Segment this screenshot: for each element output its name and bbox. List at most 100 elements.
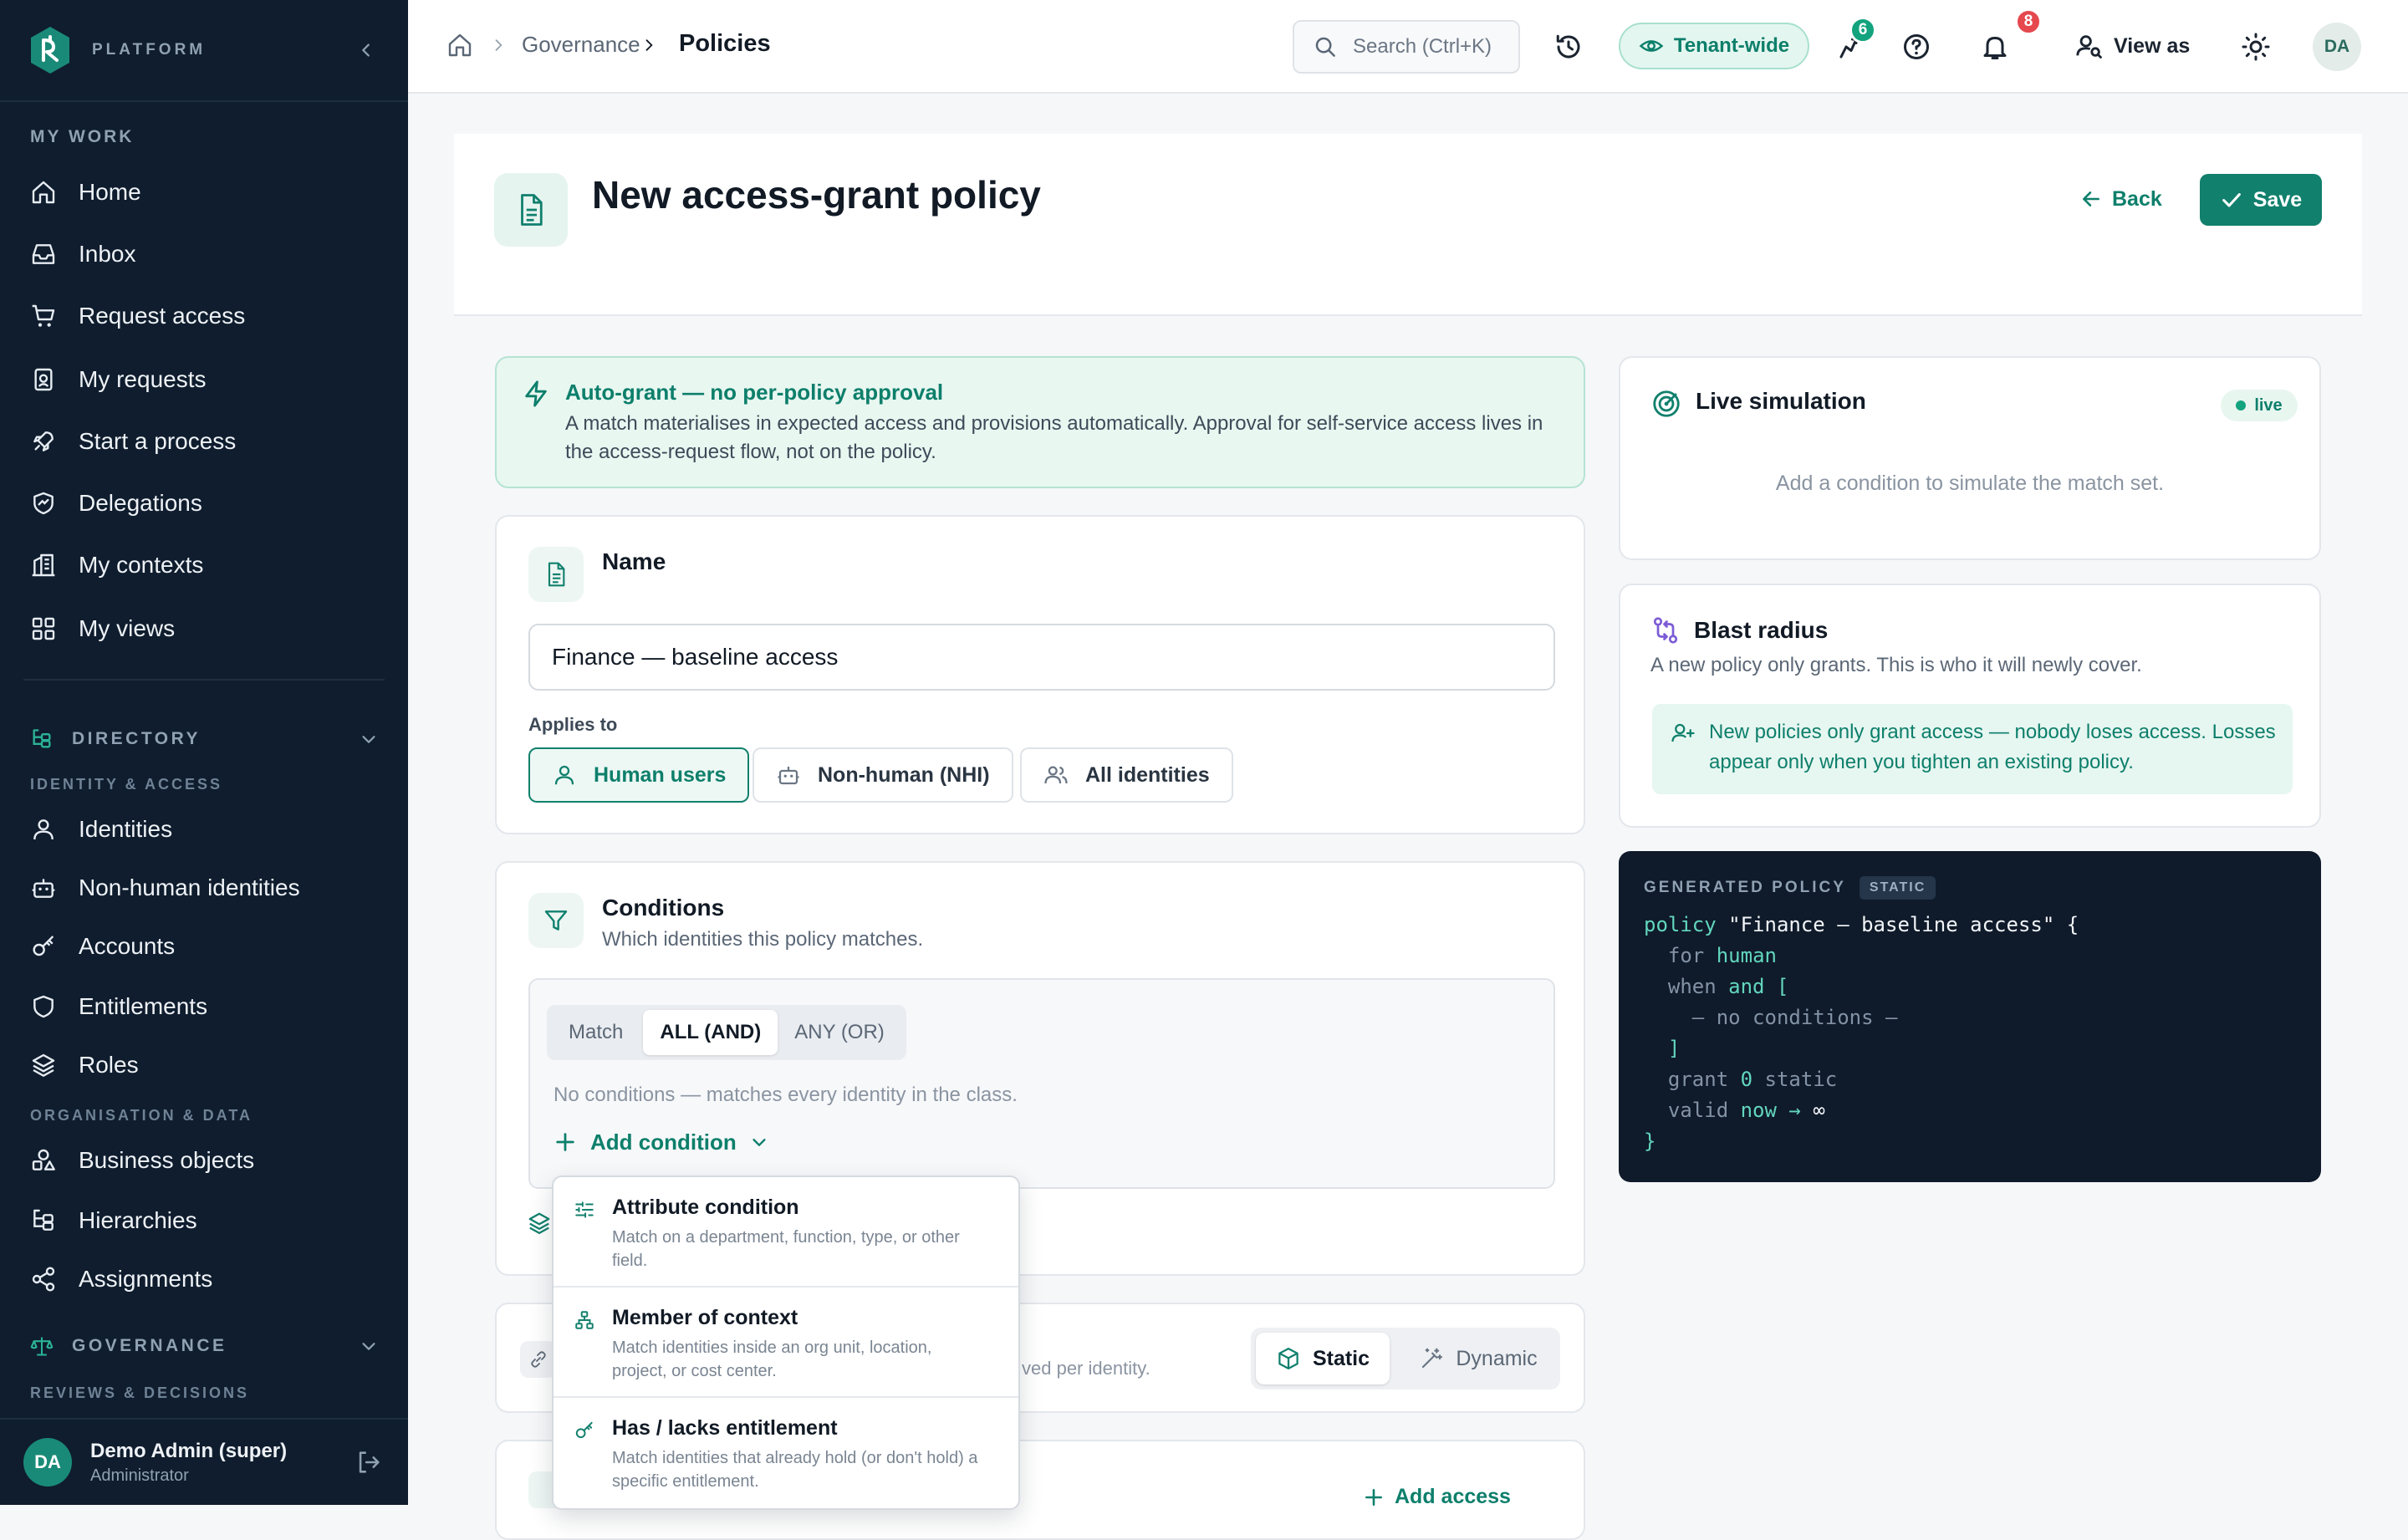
add-access-button[interactable]: Add access bbox=[1363, 1485, 1511, 1509]
home-icon[interactable] bbox=[446, 32, 473, 59]
sidebar-item-accounts[interactable]: Accounts bbox=[30, 923, 175, 970]
sidebar-item-my-contexts[interactable]: My contexts bbox=[30, 542, 203, 589]
sidebar-item-label: My requests bbox=[79, 366, 207, 392]
save-label: Save bbox=[2252, 187, 2303, 212]
menu-item-desc: Match identities that already hold (or d… bbox=[612, 1449, 978, 1491]
sidebar-item-identities[interactable]: Identities bbox=[30, 806, 172, 853]
key-icon bbox=[575, 1421, 593, 1439]
sidebar-item-assignments[interactable]: Assignments bbox=[30, 1256, 212, 1303]
grant-mode-label: Dynamic bbox=[1456, 1346, 1538, 1370]
sidebar-item-inbox[interactable]: Inbox bbox=[30, 231, 136, 278]
sidebar-item-business-objects[interactable]: Business objects bbox=[30, 1137, 254, 1184]
applies-non-human[interactable]: Non-human (NHI) bbox=[752, 747, 1013, 803]
scope-toggle[interactable]: Tenant-wide bbox=[1619, 23, 1809, 69]
sidebar-item-label: My contexts bbox=[79, 552, 204, 578]
search-input[interactable]: Search (Ctrl+K) bbox=[1293, 20, 1520, 74]
applies-human-users[interactable]: Human users bbox=[528, 747, 750, 803]
avatar[interactable]: DA bbox=[23, 1438, 72, 1486]
sidebar-item-start-process[interactable]: Start a process bbox=[30, 418, 236, 465]
sidebar-item-request-access[interactable]: Request access bbox=[30, 293, 245, 339]
grant-mode-dynamic[interactable]: Dynamic bbox=[1403, 1333, 1553, 1384]
card-icon bbox=[528, 547, 584, 602]
sidebar-sub-label: ORGANISATION & DATA bbox=[30, 1107, 253, 1124]
conditions-builder: Match ALL (AND) ANY (OR) No conditions —… bbox=[528, 978, 1555, 1189]
logout-icon[interactable] bbox=[355, 1448, 383, 1476]
applies-to-label: Applies to bbox=[528, 714, 618, 735]
code-grant-count: 0 bbox=[1740, 1068, 1753, 1091]
directory-icon bbox=[33, 729, 51, 748]
avatar[interactable]: DA bbox=[2313, 23, 2361, 71]
auto-grant-banner: Auto-grant — no per-policy approval A ma… bbox=[495, 356, 1585, 488]
rocket-icon bbox=[33, 431, 54, 451]
chevron-left-icon bbox=[362, 43, 370, 57]
share-icon bbox=[32, 1267, 55, 1292]
inbox-icon bbox=[32, 244, 55, 264]
add-access-label: Add access bbox=[1395, 1485, 1511, 1508]
page-icon bbox=[494, 173, 568, 247]
sidebar-item-label: Start a process bbox=[79, 428, 237, 454]
menu-item-member-of-context[interactable]: Member of context Match identities insid… bbox=[554, 1288, 1018, 1398]
sidebar-item-hierarchies[interactable]: Hierarchies bbox=[30, 1197, 197, 1244]
sidebar-item-home[interactable]: Home bbox=[30, 169, 141, 216]
generated-policy-title: GENERATED POLICY bbox=[1644, 879, 1846, 896]
sidebar-item-delegations[interactable]: Delegations bbox=[30, 480, 202, 527]
chevron-right-icon bbox=[495, 39, 503, 51]
sidebar-item-my-requests[interactable]: My requests bbox=[30, 356, 207, 403]
menu-item-desc: Match on a department, function, type, o… bbox=[612, 1228, 960, 1270]
back-button[interactable]: Back bbox=[2080, 174, 2162, 224]
menu-item-attribute-condition[interactable]: Attribute condition Match on a departmen… bbox=[554, 1177, 1018, 1288]
brand[interactable]: PLATFORM bbox=[28, 25, 206, 75]
applies-option-label: Non-human (NHI) bbox=[818, 762, 990, 787]
user-icon bbox=[33, 819, 54, 840]
bot-icon bbox=[778, 767, 799, 785]
notification-badge: 8 bbox=[2015, 8, 2042, 35]
sidebar-item-entitlements[interactable]: Entitlements bbox=[30, 983, 207, 1030]
grid-icon bbox=[32, 617, 55, 640]
save-button[interactable]: Save bbox=[2200, 174, 2322, 226]
user-search-icon bbox=[2076, 35, 2102, 59]
user-role: Administrator bbox=[90, 1466, 189, 1485]
sidebar-item-label: Entitlements bbox=[79, 993, 208, 1019]
bell-icon[interactable] bbox=[1980, 32, 2010, 62]
code-valid-from: now bbox=[1740, 1099, 1777, 1122]
sidebar-item-label: Home bbox=[79, 179, 141, 205]
blast-radius-note: New policies only grant access — nobody … bbox=[1652, 704, 2293, 794]
match-all-option[interactable]: ALL (AND) bbox=[643, 1010, 778, 1055]
breadcrumb-governance[interactable]: Governance bbox=[522, 32, 640, 58]
sidebar: PLATFORM MY WORK Home Inbox Request acce… bbox=[0, 0, 408, 1505]
applies-all-identities[interactable]: All identities bbox=[1020, 747, 1233, 803]
view-as-button[interactable]: View as bbox=[2075, 28, 2190, 64]
delegation-icon bbox=[33, 492, 54, 515]
sidebar-group-directory[interactable]: DIRECTORY bbox=[30, 722, 378, 756]
grant-mode-static[interactable]: Static bbox=[1256, 1333, 1390, 1384]
user-name: Demo Admin (super) bbox=[90, 1440, 288, 1462]
add-condition-button[interactable]: Add condition bbox=[554, 1125, 768, 1159]
sidebar-item-label: Accounts bbox=[79, 933, 176, 959]
sidebar-item-my-views[interactable]: My views bbox=[30, 605, 175, 652]
sidebar-item-roles[interactable]: Roles bbox=[30, 1042, 139, 1089]
help-icon[interactable] bbox=[1901, 32, 1931, 62]
activity-badge: 6 bbox=[1849, 17, 1876, 43]
requests-icon bbox=[34, 368, 53, 391]
sidebar-item-non-human-identities[interactable]: Non-human identities bbox=[30, 864, 300, 911]
sidebar-item-label: Business objects bbox=[79, 1147, 255, 1173]
code-policy-name: "Finance — baseline access" bbox=[1728, 913, 2055, 936]
match-any-option[interactable]: ANY (OR) bbox=[778, 1010, 901, 1055]
sidebar-item-label: Non-human identities bbox=[79, 875, 300, 900]
page-title: New access-grant policy bbox=[592, 173, 1041, 217]
bot-icon bbox=[32, 879, 55, 898]
search-icon bbox=[1315, 37, 1335, 57]
home-icon bbox=[32, 181, 55, 204]
blast-radius-note-text: New policies only grant access — nobody … bbox=[1709, 721, 2276, 773]
simulation-empty-text: Add a condition to simulate the match se… bbox=[1775, 472, 2165, 495]
policy-name-input[interactable]: Finance — baseline access bbox=[528, 624, 1555, 691]
collapse-sidebar-button[interactable] bbox=[355, 37, 378, 64]
filter-icon bbox=[544, 910, 568, 931]
theme-toggle-icon[interactable] bbox=[2241, 32, 2271, 62]
plus-icon bbox=[556, 1133, 574, 1151]
sidebar-item-label: Roles bbox=[79, 1052, 139, 1078]
menu-item-entitlement[interactable]: Has / lacks entitlement Match identities… bbox=[554, 1398, 1018, 1508]
sidebar-group-governance[interactable]: GOVERNANCE bbox=[30, 1329, 378, 1363]
history-icon[interactable] bbox=[1553, 32, 1584, 62]
code-grant-mode: static bbox=[1764, 1068, 1838, 1091]
